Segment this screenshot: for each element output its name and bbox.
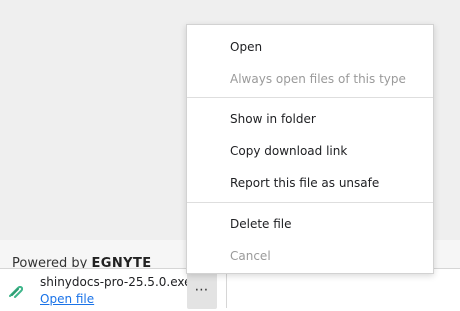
download-file-name: shinydocs-pro-25.5.0.exe [40, 275, 192, 289]
open-file-link[interactable]: Open file [40, 292, 94, 307]
menu-item-always-open: Always open files of this type [230, 72, 406, 86]
menu-item-cancel: Cancel [230, 249, 271, 263]
menu-item-copy-download-link[interactable]: Copy download link [187, 138, 433, 164]
download-context-menu: Open Always open files of this type Show… [186, 24, 434, 274]
menu-separator [187, 97, 433, 98]
menu-item-open[interactable]: Open [187, 34, 433, 60]
download-bar-divider [226, 272, 227, 308]
menu-separator [187, 202, 433, 203]
menu-item-show-in-folder[interactable]: Show in folder [187, 106, 433, 132]
browser-window: Powered by EGNYTE shinydocs-pro-25.5.0.e… [0, 0, 460, 311]
menu-item-report-unsafe[interactable]: Report this file as unsafe [187, 170, 433, 196]
download-more-options-button[interactable]: ⋯ [187, 271, 217, 309]
more-horizontal-icon: ⋯ [194, 282, 210, 298]
paperclip-icon [9, 286, 23, 298]
menu-item-delete-file[interactable]: Delete file [187, 211, 433, 237]
